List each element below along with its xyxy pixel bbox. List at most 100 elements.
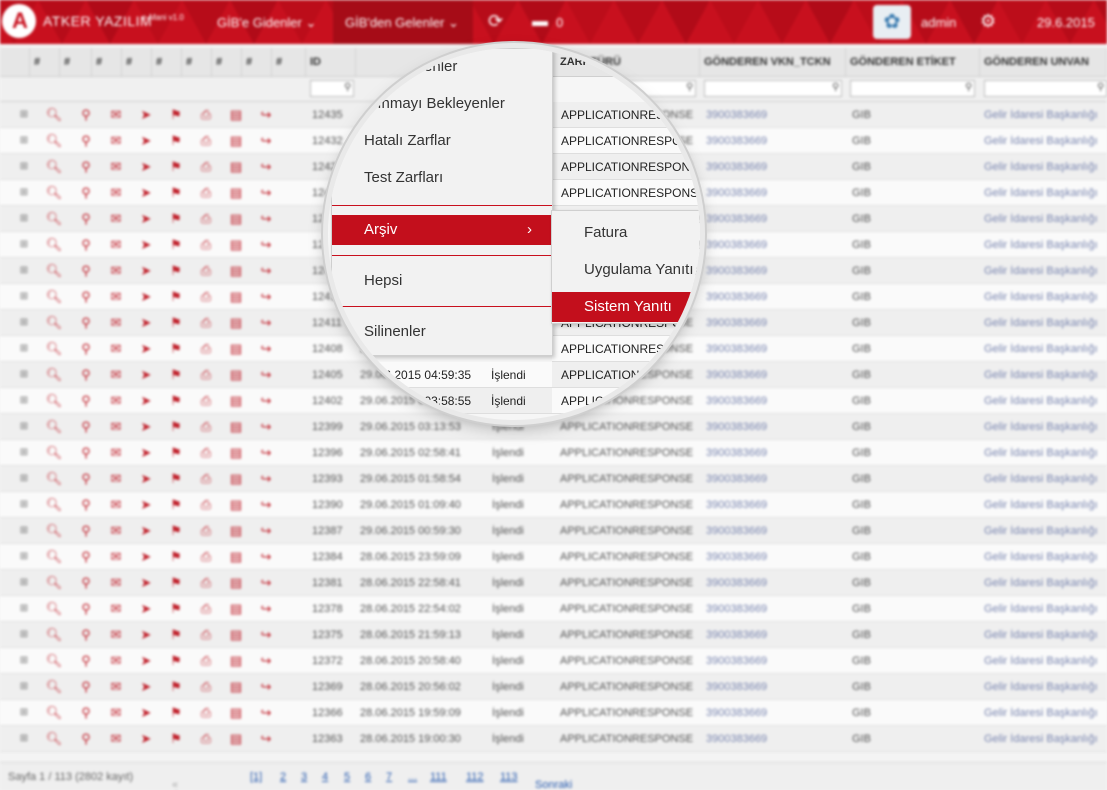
flag-icon[interactable]: ⚑: [166, 705, 186, 721]
send-icon[interactable]: ➤: [136, 159, 156, 175]
flag-icon[interactable]: ⚑: [166, 549, 186, 565]
mail-icon[interactable]: ✉: [106, 523, 126, 539]
search-icon[interactable]: 🔍︎: [44, 289, 64, 305]
forward-icon[interactable]: ↪: [256, 393, 276, 409]
document-icon[interactable]: ▤: [226, 679, 246, 695]
expand-icon[interactable]: ⊞: [14, 421, 34, 432]
document-icon[interactable]: ▤: [226, 211, 246, 227]
forward-icon[interactable]: ↪: [256, 185, 276, 201]
mail-icon[interactable]: ✉: [106, 549, 126, 565]
printer-icon[interactable]: ⎙: [196, 315, 216, 331]
document-icon[interactable]: ▤: [226, 601, 246, 617]
printer-icon[interactable]: ⎙: [196, 679, 216, 695]
mail-icon[interactable]: ✉: [106, 315, 126, 331]
mail-icon[interactable]: ✉: [106, 705, 126, 721]
expand-icon[interactable]: ⊞: [14, 733, 34, 744]
send-icon[interactable]: ➤: [136, 133, 156, 149]
document-icon[interactable]: ▤: [226, 367, 246, 383]
printer-icon[interactable]: ⎙: [196, 133, 216, 149]
flag-icon[interactable]: ⚑: [166, 341, 186, 357]
printer-icon[interactable]: ⎙: [196, 341, 216, 357]
filter-icon[interactable]: ⚲: [1097, 82, 1104, 93]
search-icon[interactable]: 🔍︎: [44, 393, 64, 409]
pin-icon[interactable]: ⚲: [76, 159, 96, 175]
pin-icon[interactable]: ⚲: [76, 497, 96, 513]
document-icon[interactable]: ▤: [226, 341, 246, 357]
printer-icon[interactable]: ⎙: [196, 705, 216, 721]
send-icon[interactable]: ➤: [136, 315, 156, 331]
mail-icon[interactable]: ✉: [106, 445, 126, 461]
send-icon[interactable]: ➤: [136, 705, 156, 721]
document-icon[interactable]: ▤: [226, 185, 246, 201]
document-icon[interactable]: ▤: [226, 263, 246, 279]
flag-icon[interactable]: ⚑: [166, 211, 186, 227]
printer-icon[interactable]: ⎙: [196, 497, 216, 513]
table-row[interactable]: ⊞ 🔍︎ ⚲ ✉ ➤ ⚑ ⎙ ▤ ↪ 12387 29.06.2015 00:59:30 İşlend…: [0, 518, 1107, 544]
document-icon[interactable]: ▤: [226, 549, 246, 565]
page-link[interactable]: 7: [386, 771, 392, 783]
send-icon[interactable]: ➤: [136, 393, 156, 409]
search-icon[interactable]: 🔍︎: [44, 731, 64, 747]
flag-icon[interactable]: ⚑: [166, 523, 186, 539]
forward-icon[interactable]: ↪: [256, 419, 276, 435]
expand-icon[interactable]: ⊞: [14, 239, 34, 250]
expand-icon[interactable]: ⊞: [14, 187, 34, 198]
printer-icon[interactable]: ⎙: [196, 419, 216, 435]
search-icon[interactable]: 🔍︎: [44, 523, 64, 539]
document-icon[interactable]: ▤: [226, 471, 246, 487]
menu-item[interactable]: Arşiv ›: [332, 215, 552, 245]
table-row[interactable]: ⊞ 🔍︎ ⚲ ✉ ➤ ⚑ ⎙ ▤ ↪ 12375 28.06.2015 21:59:13 İşlend…: [0, 622, 1107, 648]
lens-row[interactable]: APPLICATIONRESPONSE: [552, 102, 700, 128]
expand-icon[interactable]: ⊞: [14, 603, 34, 614]
filter-input[interactable]: [850, 80, 975, 97]
pin-icon[interactable]: ⚲: [76, 471, 96, 487]
document-icon[interactable]: ▤: [226, 133, 246, 149]
send-icon[interactable]: ➤: [136, 237, 156, 253]
forward-icon[interactable]: ↪: [256, 731, 276, 747]
menu-item[interactable]: Alınmayı Bekleyenler: [332, 89, 552, 119]
flag-icon[interactable]: ⚑: [166, 445, 186, 461]
send-icon[interactable]: ➤: [136, 107, 156, 123]
forward-icon[interactable]: ↪: [256, 549, 276, 565]
page-link[interactable]: 5: [344, 771, 350, 783]
table-row[interactable]: ⊞ 🔍︎ ⚲ ✉ ➤ ⚑ ⎙ ▤ ↪ 12372 28.06.2015 20:58:40 İşlend…: [0, 648, 1107, 674]
mail-icon[interactable]: ✉: [106, 159, 126, 175]
pin-icon[interactable]: ⚲: [76, 393, 96, 409]
mail-icon[interactable]: ✉: [106, 211, 126, 227]
page-link[interactable]: 6: [365, 771, 371, 783]
menu-item[interactable]: Hatalı Zarflar: [332, 126, 552, 156]
forward-icon[interactable]: ↪: [256, 289, 276, 305]
expand-icon[interactable]: ⊞: [14, 291, 34, 302]
search-icon[interactable]: 🔍︎: [44, 185, 64, 201]
pin-icon[interactable]: ⚲: [76, 445, 96, 461]
pin-icon[interactable]: ⚲: [76, 341, 96, 357]
menu-item[interactable]: İşlenmeyenler: [332, 52, 552, 82]
search-icon[interactable]: 🔍︎: [44, 367, 64, 383]
page-link[interactable]: ...: [408, 771, 417, 783]
pin-icon[interactable]: ⚲: [76, 523, 96, 539]
printer-icon[interactable]: ⎙: [196, 367, 216, 383]
forward-icon[interactable]: ↪: [256, 679, 276, 695]
expand-icon[interactable]: ⊞: [14, 213, 34, 224]
mail-icon[interactable]: ✉: [106, 367, 126, 383]
expand-icon[interactable]: ⊞: [14, 317, 34, 328]
expand-icon[interactable]: ⊞: [14, 707, 34, 718]
pin-icon[interactable]: ⚲: [76, 627, 96, 643]
printer-icon[interactable]: ⎙: [196, 653, 216, 669]
printer-icon[interactable]: ⎙: [196, 185, 216, 201]
column-header[interactable]: #: [30, 48, 60, 76]
column-header[interactable]: #: [212, 48, 242, 76]
flag-icon[interactable]: ⚑: [166, 731, 186, 747]
forward-icon[interactable]: ↪: [256, 107, 276, 123]
column-header[interactable]: #: [152, 48, 182, 76]
send-icon[interactable]: ➤: [136, 653, 156, 669]
printer-icon[interactable]: ⎙: [196, 471, 216, 487]
flag-icon[interactable]: ⚑: [166, 289, 186, 305]
pin-icon[interactable]: ⚲: [76, 289, 96, 305]
column-header[interactable]: #: [92, 48, 122, 76]
pin-icon[interactable]: ⚲: [76, 263, 96, 279]
column-header[interactable]: #: [242, 48, 272, 76]
gear-icon[interactable]: ⚙: [980, 11, 996, 32]
expand-icon[interactable]: ⊞: [14, 551, 34, 562]
forward-icon[interactable]: ↪: [256, 601, 276, 617]
